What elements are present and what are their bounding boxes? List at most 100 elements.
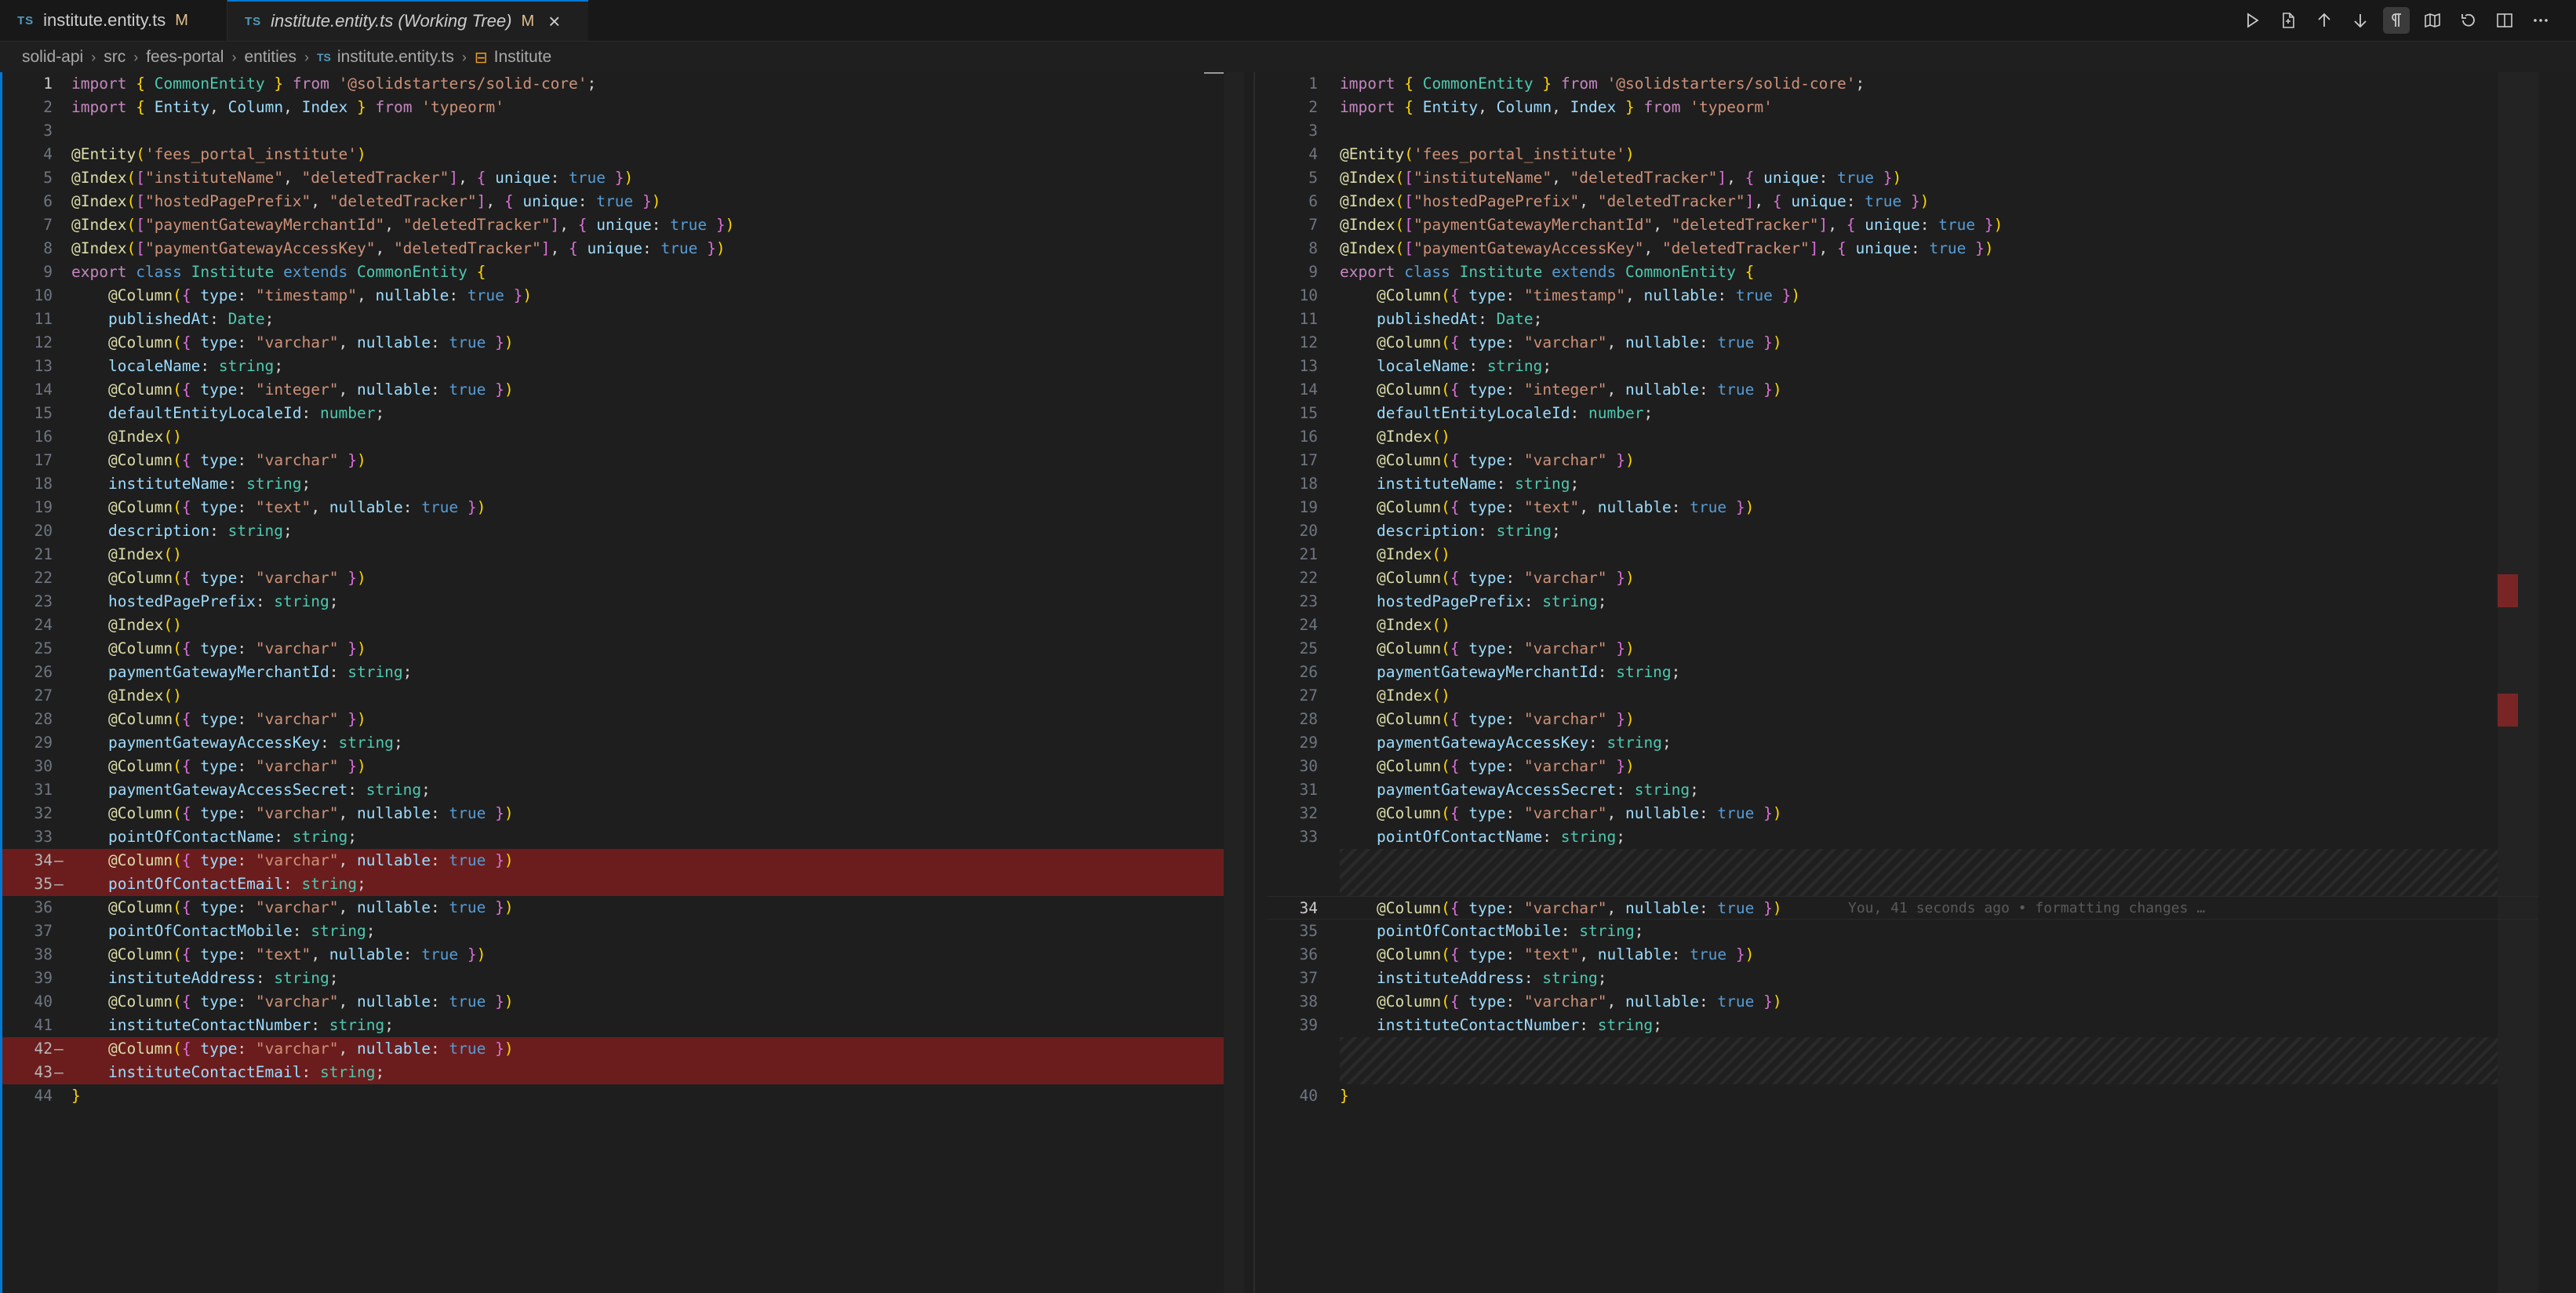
code-line[interactable]: 20 description: string; xyxy=(1268,519,2538,543)
code-line[interactable]: 14 @Column({ type: "integer", nullable: … xyxy=(2,378,1224,402)
code-line[interactable]: 19 @Column({ type: "text", nullable: tru… xyxy=(2,496,1224,519)
code-line[interactable]: 13 localeName: string; xyxy=(2,355,1224,378)
run-icon[interactable] xyxy=(2239,7,2265,34)
breadcrumb-symbol[interactable]: Institute xyxy=(494,48,552,67)
code-line[interactable]: 9 export class Institute extends CommonEn… xyxy=(2,260,1224,284)
code-line[interactable]: 24 @Index() xyxy=(1268,614,2538,637)
code-line[interactable]: 26 paymentGatewayMerchantId: string; xyxy=(1268,661,2538,684)
tab-institute-entity-working-tree[interactable]: TS institute.entity.ts (Working Tree) M … xyxy=(227,0,588,41)
map-icon[interactable] xyxy=(2419,7,2446,34)
code-line[interactable]: 25 @Column({ type: "varchar" }) xyxy=(1268,637,2538,661)
code-line[interactable]: 28 @Column({ type: "varchar" }) xyxy=(2,708,1224,731)
tab-institute-entity[interactable]: TS institute.entity.ts M xyxy=(0,0,227,41)
code-line[interactable]: 12 @Column({ type: "varchar", nullable: … xyxy=(2,331,1224,355)
code-line[interactable]: 18 instituteName: string; xyxy=(2,472,1224,496)
code-line[interactable]: 5 @Index(["instituteName", "deletedTracke… xyxy=(1268,166,2538,190)
code-line[interactable]: 3 xyxy=(2,119,1224,143)
code-line[interactable]: 36 @Column({ type: "varchar", nullable: … xyxy=(2,896,1224,920)
removed-code-line[interactable]: 43— instituteContactEmail: string; xyxy=(2,1061,1224,1084)
code-line[interactable]: 15 defaultEntityLocaleId: number; xyxy=(1268,402,2538,425)
code-line[interactable]: 28 @Column({ type: "varchar" }) xyxy=(1268,708,2538,731)
code-line[interactable]: 30 @Column({ type: "varchar" }) xyxy=(2,755,1224,778)
code-line[interactable]: 32 @Column({ type: "varchar", nullable: … xyxy=(2,802,1224,825)
arrow-down-icon[interactable] xyxy=(2347,7,2374,34)
breadcrumb-item[interactable]: fees-portal xyxy=(146,48,224,67)
left-scrollbar[interactable] xyxy=(1224,72,1244,1293)
code-line[interactable]: 23 hostedPagePrefix: string; xyxy=(2,590,1224,614)
code-line[interactable]: 15 defaultEntityLocaleId: number; xyxy=(2,402,1224,425)
code-line[interactable]: 37 pointOfContactMobile: string; xyxy=(2,920,1224,943)
git-blame-annotation[interactable]: You, 41 seconds ago • formatting changes… xyxy=(1848,897,2205,920)
code-line[interactable]: 37 instituteAddress: string; xyxy=(1268,967,2538,990)
code-line[interactable]: 6 @Index(["hostedPagePrefix", "deletedTra… xyxy=(1268,190,2538,213)
pilcrow-icon[interactable] xyxy=(2383,7,2410,34)
code-line[interactable]: 8 @Index(["paymentGatewayAccessKey", "del… xyxy=(2,237,1224,260)
code-line[interactable]: 12 @Column({ type: "varchar", nullable: … xyxy=(1268,331,2538,355)
removed-code-line[interactable]: 35— pointOfContactEmail: string; xyxy=(2,872,1224,896)
code-line[interactable]: 35 pointOfContactMobile: string; xyxy=(1268,920,2538,943)
split-editor-icon[interactable] xyxy=(2491,7,2518,34)
code-line[interactable]: 23 hostedPagePrefix: string; xyxy=(1268,590,2538,614)
code-line[interactable]: 5 @Index(["instituteName", "deletedTracke… xyxy=(2,166,1224,190)
code-line[interactable]: 4 @Entity('fees_portal_institute') xyxy=(1268,143,2538,166)
code-line[interactable]: 22 @Column({ type: "varchar" }) xyxy=(2,566,1224,590)
revert-icon[interactable] xyxy=(2455,7,2482,34)
open-file-icon[interactable] xyxy=(2275,7,2301,34)
breadcrumb-item[interactable]: src xyxy=(104,48,126,67)
code-line[interactable]: 1 import { CommonEntity } from '@solidsta… xyxy=(1268,72,2538,96)
removed-code-line[interactable]: 34— @Column({ type: "varchar", nullable:… xyxy=(2,849,1224,872)
code-line[interactable]: 36 @Column({ type: "text", nullable: tru… xyxy=(1268,943,2538,967)
code-line[interactable]: 22 @Column({ type: "varchar" }) xyxy=(1268,566,2538,590)
code-line[interactable]: 17 @Column({ type: "varchar" }) xyxy=(1268,449,2538,472)
code-line[interactable]: 39 instituteContactNumber: string; xyxy=(1268,1014,2538,1037)
code-line[interactable]: 32 @Column({ type: "varchar", nullable: … xyxy=(1268,802,2538,825)
code-line[interactable]: 31 paymentGatewayAccessSecret: string; xyxy=(1268,778,2538,802)
code-line[interactable]: 34 @Column({ type: "varchar", nullable: … xyxy=(1268,896,2538,920)
code-line[interactable]: 21 @Index() xyxy=(1268,543,2538,566)
code-line[interactable]: 16 @Index() xyxy=(1268,425,2538,449)
code-line[interactable]: 1 import { CommonEntity } from '@solidsta… xyxy=(2,72,1224,96)
code-line[interactable]: 3 xyxy=(1268,119,2538,143)
code-line[interactable]: 11 publishedAt: Date; xyxy=(1268,308,2538,331)
more-icon[interactable] xyxy=(2527,7,2554,34)
code-line[interactable]: 44} xyxy=(2,1084,1224,1108)
code-line[interactable]: 4 @Entity('fees_portal_institute') xyxy=(2,143,1224,166)
code-line[interactable]: 13 localeName: string; xyxy=(1268,355,2538,378)
code-line[interactable]: 30 @Column({ type: "varchar" }) xyxy=(1268,755,2538,778)
breadcrumb-file[interactable]: institute.entity.ts xyxy=(337,48,454,67)
code-line[interactable]: 40 @Column({ type: "varchar", nullable: … xyxy=(2,990,1224,1014)
code-line[interactable]: 7 @Index(["paymentGatewayMerchantId", "de… xyxy=(2,213,1224,237)
code-line[interactable]: 27 @Index() xyxy=(1268,684,2538,708)
code-line[interactable]: 25 @Column({ type: "varchar" }) xyxy=(2,637,1224,661)
code-line[interactable]: 11 publishedAt: Date; xyxy=(2,308,1224,331)
code-line[interactable]: 2 import { Entity, Column, Index } from '… xyxy=(2,96,1224,119)
code-line[interactable]: 7 @Index(["paymentGatewayMerchantId", "de… xyxy=(1268,213,2538,237)
original-editor[interactable]: 1 import { CommonEntity } from '@solidsta… xyxy=(0,72,1224,1293)
code-line[interactable]: 19 @Column({ type: "text", nullable: tru… xyxy=(1268,496,2538,519)
close-icon[interactable]: × xyxy=(548,9,560,34)
code-line[interactable]: 2 import { Entity, Column, Index } from '… xyxy=(1268,96,2538,119)
code-line[interactable]: 24 @Index() xyxy=(2,614,1224,637)
code-line[interactable]: 6 @Index(["hostedPagePrefix", "deletedTra… xyxy=(2,190,1224,213)
arrow-up-icon[interactable] xyxy=(2311,7,2338,34)
code-line[interactable]: 31 paymentGatewayAccessSecret: string; xyxy=(2,778,1224,802)
code-line[interactable]: 21 @Index() xyxy=(2,543,1224,566)
code-line[interactable]: 38 @Column({ type: "varchar", nullable: … xyxy=(1268,990,2538,1014)
code-line[interactable]: 26 paymentGatewayMerchantId: string; xyxy=(2,661,1224,684)
code-line[interactable]: 18 instituteName: string; xyxy=(1268,472,2538,496)
breadcrumb-item[interactable]: entities xyxy=(244,48,297,67)
code-line[interactable]: 20 description: string; xyxy=(2,519,1224,543)
modified-editor[interactable]: 1 import { CommonEntity } from '@solidsta… xyxy=(1268,72,2538,1293)
code-line[interactable]: 40} xyxy=(1268,1084,2538,1108)
code-line[interactable]: 8 @Index(["paymentGatewayAccessKey", "del… xyxy=(1268,237,2538,260)
code-line[interactable]: 10 @Column({ type: "timestamp", nullable… xyxy=(1268,284,2538,308)
code-line[interactable]: 17 @Column({ type: "varchar" }) xyxy=(2,449,1224,472)
code-line[interactable]: 33 pointOfContactName: string; xyxy=(1268,825,2538,849)
code-line[interactable]: 16 @Index() xyxy=(2,425,1224,449)
code-line[interactable]: 29 paymentGatewayAccessKey: string; xyxy=(1268,731,2538,755)
code-line[interactable]: 33 pointOfContactName: string; xyxy=(2,825,1224,849)
code-line[interactable]: 41 instituteContactNumber: string; xyxy=(2,1014,1224,1037)
code-line[interactable]: 14 @Column({ type: "integer", nullable: … xyxy=(1268,378,2538,402)
breadcrumb-item[interactable]: solid-api xyxy=(22,48,83,67)
code-line[interactable]: 38 @Column({ type: "text", nullable: tru… xyxy=(2,943,1224,967)
